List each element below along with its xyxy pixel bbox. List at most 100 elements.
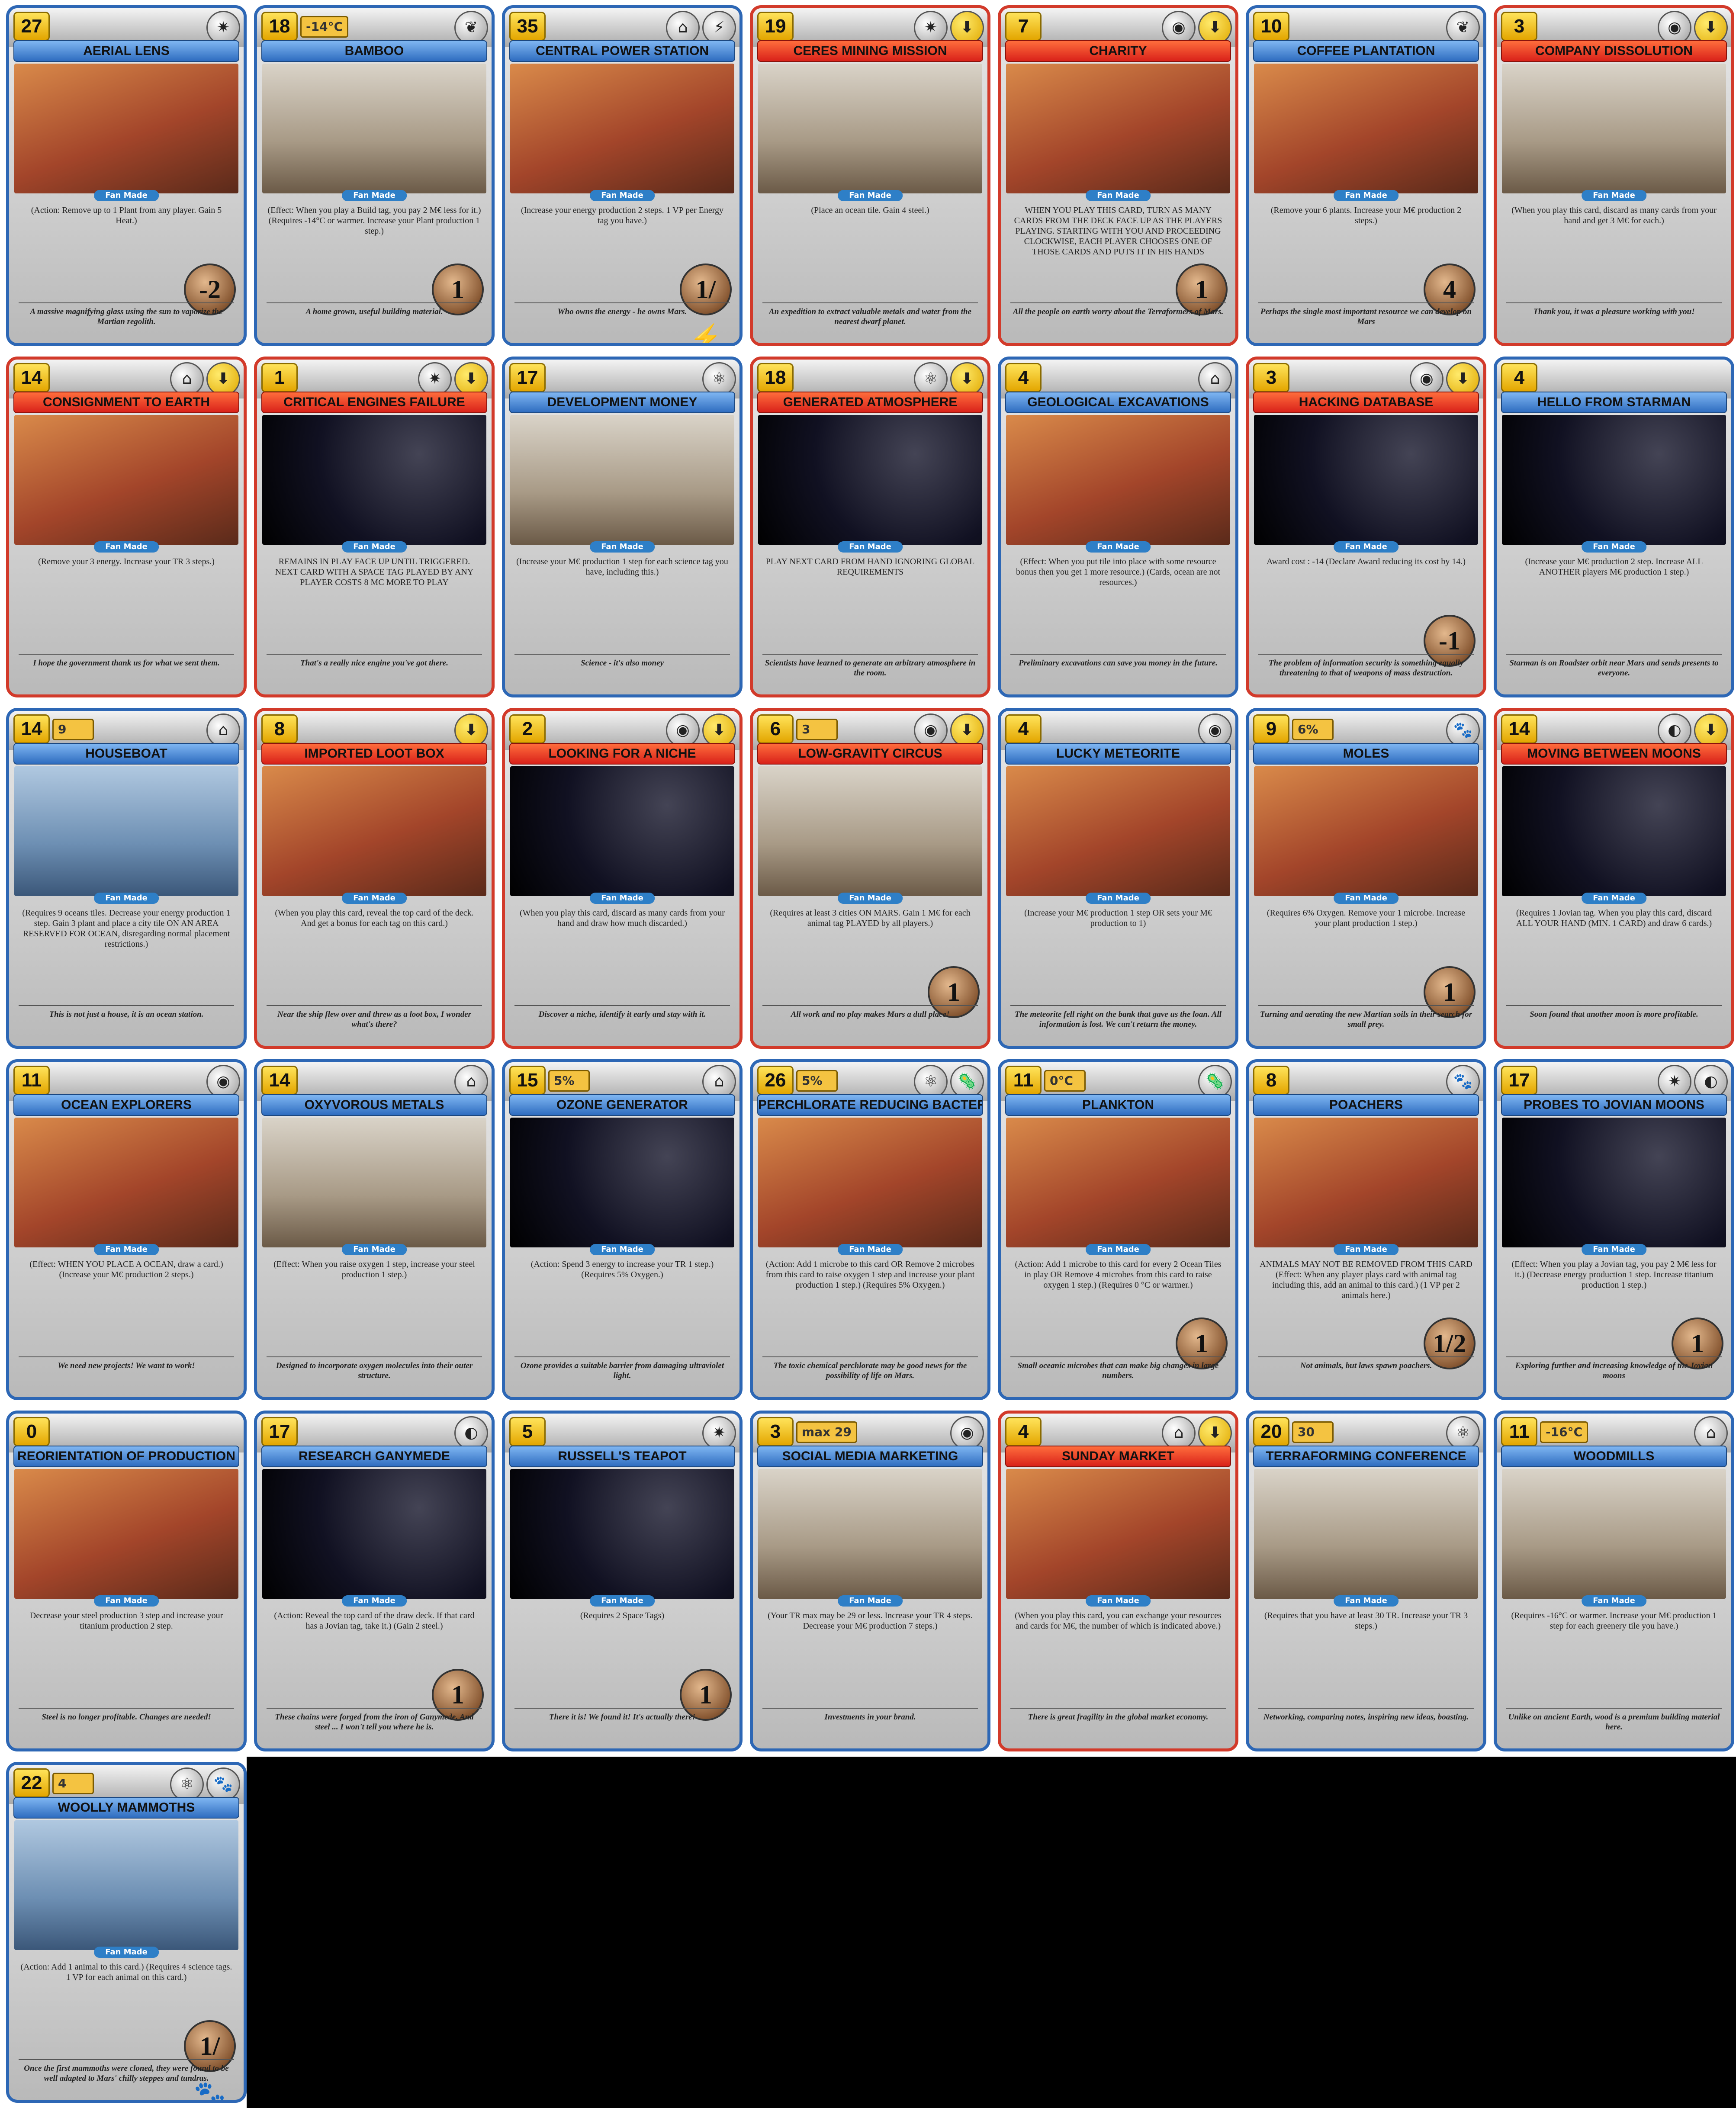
- card-cost: 17: [1501, 1066, 1537, 1095]
- card-development-money[interactable]: 17 ⚛ DEVELOPMENT MONEY Fan Made (Increase yo…: [502, 357, 743, 697]
- fan-made-label: Fan Made: [1334, 1244, 1398, 1255]
- tag-row: ✷ ⬇: [418, 362, 488, 396]
- card-artwork: [1254, 1469, 1478, 1599]
- card-coffee-plantation[interactable]: 10 ❦ COFFEE PLANTATION Fan Made (Remove your…: [1246, 5, 1486, 346]
- card-flavor-text: Networking, comparing notes, inspiring n…: [1258, 1708, 1474, 1742]
- tag-icon: ⬇: [454, 362, 488, 396]
- card-ceres-mining-mission[interactable]: 19 ✷ ⬇ CERES MINING MISSION Fan Made (Place a…: [750, 5, 990, 346]
- card-looking-for-a-niche[interactable]: 2 ◉ ⬇ LOOKING FOR A NICHE Fan Made (When you …: [502, 708, 743, 1049]
- card-artwork: [1254, 64, 1478, 193]
- card-cost: 11: [1005, 1066, 1042, 1095]
- card-effect-text: (Effect: When you play a Jovian tag, you…: [1511, 1260, 1717, 1290]
- card-effect-text: (Increase your M€ production 1 step OR s…: [1024, 908, 1212, 928]
- card-consignment-to-earth[interactable]: 14 ⌂ ⬇ CONSIGNMENT TO EARTH Fan Made (Remove …: [6, 357, 247, 697]
- card-cost: 20: [1253, 1417, 1289, 1446]
- card-artwork: [1502, 1118, 1726, 1247]
- card-hello-from-starman[interactable]: 4 HELLO FROM STARMAN Fan Made (Increase you…: [1494, 357, 1734, 697]
- tag-row: ◉ ⬇: [666, 713, 736, 747]
- card-oxyvorous-metals[interactable]: 14 ⌂ OXYVOROUS METALS Fan Made (Effect: When…: [254, 1059, 495, 1400]
- tag-icon: ✷: [206, 11, 240, 45]
- tag-icon: ⬇: [950, 713, 984, 747]
- card-flavor-text: Who owns the energy - he owns Mars.: [514, 302, 730, 337]
- card-sheet: 27 ✷ AERIAL LENS Fan Made (Action: Remove up…: [0, 0, 1736, 2108]
- fan-made-label: Fan Made: [94, 1244, 159, 1255]
- card-artwork: [1502, 415, 1726, 545]
- card-reorientation-of-production[interactable]: 0 REORIENTATION OF PRODUCTION Fan Made Decr…: [6, 1411, 247, 1751]
- card-cost: 4: [1005, 714, 1042, 744]
- card-social-media-marketing[interactable]: 3 max 29 ◉ SOCIAL MEDIA MARKETING Fan Made (Y…: [750, 1411, 990, 1751]
- card-cost: 3: [1253, 363, 1289, 392]
- tag-row: ⌂: [454, 1065, 488, 1099]
- card-cost: 14: [1501, 714, 1537, 744]
- tag-row: 🦠: [1198, 1065, 1232, 1099]
- card-flavor-text: Science - it's also money: [514, 654, 730, 688]
- card-plankton[interactable]: 11 0°C 🦠 PLANKTON Fan Made (Action: Add 1 mic…: [998, 1059, 1238, 1400]
- card-charity[interactable]: 7 ◉ ⬇ CHARITY Fan Made WHEN YOU PLAY THIS CAR…: [998, 5, 1238, 346]
- card-ozone-generator[interactable]: 15 5% ⌂ OZONE GENERATOR Fan Made (Action: Spe…: [502, 1059, 743, 1400]
- requirement-badge: -16°C: [1540, 1421, 1588, 1443]
- card-lucky-meteorite[interactable]: 4 ◉ LUCKY METEORITE Fan Made (Increase your …: [998, 708, 1238, 1049]
- card-moles[interactable]: 9 6% 🐾 MOLES Fan Made (Requires 6% Oxygen. Re…: [1246, 708, 1486, 1049]
- card-bamboo[interactable]: 18 -14°C ❦ BAMBOO Fan Made (Effect: When you …: [254, 5, 495, 346]
- card-title: MOVING BETWEEN MOONS: [1501, 743, 1727, 765]
- card-effect-text: (Requires at least 3 cities ON MARS. Gai…: [770, 908, 971, 928]
- card-title: RESEARCH GANYMEDE: [261, 1446, 487, 1467]
- tag-icon: ⌂: [206, 713, 240, 747]
- card-probes-to-jovian-moons[interactable]: 17 ✷ ◐ PROBES TO JOVIAN MOONS Fan Made (Effec…: [1494, 1059, 1734, 1400]
- card-ocean-explorers[interactable]: 11 ◉ OCEAN EXPLORERS Fan Made (Effect: WHEN …: [6, 1059, 247, 1400]
- card-title: LUCKY METEORITE: [1005, 743, 1231, 765]
- card-effect-text: (Increase your energy production 2 steps…: [521, 206, 724, 225]
- card-company-dissolution[interactable]: 3 ◉ ⬇ COMPANY DISSOLUTION Fan Made (When you …: [1494, 5, 1734, 346]
- tag-row: ⬇: [454, 713, 488, 747]
- card-perchlorate-reducing-bacteria[interactable]: 26 5% ⚛ 🦠 PERCHLORATE REDUCING BACTERIA Fan M…: [750, 1059, 990, 1400]
- card-generated-atmosphere[interactable]: 18 ⚛ ⬇ GENERATED ATMOSPHERE Fan Made PLAY NEX…: [750, 357, 990, 697]
- fan-made-label: Fan Made: [1582, 541, 1646, 553]
- card-houseboat[interactable]: 14 9 ⌂ HOUSEBOAT Fan Made (Requires 9 oceans …: [6, 708, 247, 1049]
- card-terraforming-conference[interactable]: 20 30 ⚛ TERRAFORMING CONFERENCE Fan Made (Req…: [1246, 1411, 1486, 1751]
- card-cost: 8: [1253, 1066, 1289, 1095]
- fan-made-label: Fan Made: [1086, 190, 1151, 201]
- tag-icon: ✷: [702, 1416, 736, 1450]
- card-geological-excavations[interactable]: 4 ⌂ GEOLOGICAL EXCAVATIONS Fan Made (Effect:…: [998, 357, 1238, 697]
- card-critical-engines-failure[interactable]: 1 ✷ ⬇ CRITICAL ENGINES FAILURE Fan Made REMAI…: [254, 357, 495, 697]
- card-hacking-database[interactable]: 3 ◉ ⬇ HACKING DATABASE Fan Made Award cost : …: [1246, 357, 1486, 697]
- tag-row: ❦: [454, 11, 488, 45]
- card-flavor-text: The toxic chemical perchlorate may be go…: [762, 1356, 978, 1391]
- card-russell-s-teapot[interactable]: 5 ✷ RUSSELL'S TEAPOT Fan Made (Requires 2 Sp…: [502, 1411, 743, 1751]
- card-artwork: [262, 1118, 486, 1247]
- card-title: IMPORTED LOOT BOX: [261, 743, 487, 765]
- card-imported-loot-box[interactable]: 8 ⬇ IMPORTED LOOT BOX Fan Made (When you pla…: [254, 708, 495, 1049]
- card-moving-between-moons[interactable]: 14 ◐ ⬇ MOVING BETWEEN MOONS Fan Made (Require…: [1494, 708, 1734, 1049]
- requirement-badge: 0°C: [1044, 1070, 1086, 1092]
- card-central-power-station[interactable]: 35 ⌂ ⚡ CENTRAL POWER STATION Fan Made (Increa…: [502, 5, 743, 346]
- card-woolly-mammoths[interactable]: 22 4 ⚛ 🐾 WOOLLY MAMMOTHS Fan Made (Action: Add…: [6, 1762, 247, 2103]
- tag-icon: ⬇: [206, 362, 240, 396]
- card-poachers[interactable]: 8 🐾 POACHERS Fan Made ANIMALS MAY NOT BE REM…: [1246, 1059, 1486, 1400]
- tag-row: ◉: [950, 1416, 984, 1450]
- card-low-gravity-circus[interactable]: 6 3 ◉ ⬇ LOW-GRAVITY CIRCUS Fan Made (Requires …: [750, 708, 990, 1049]
- card-research-ganymede[interactable]: 17 ◐ RESEARCH GANYMEDE Fan Made (Action: Rev…: [254, 1411, 495, 1751]
- card-effect-text: (Requires 9 oceans tiles. Decrease your …: [22, 908, 231, 949]
- card-title: HACKING DATABASE: [1253, 392, 1479, 413]
- card-cost: 14: [261, 1066, 298, 1095]
- tag-icon: 🐾: [1446, 1065, 1480, 1099]
- tag-icon: ⚛: [914, 1065, 948, 1099]
- tag-icon: ⬇: [950, 362, 984, 396]
- card-cost: 10: [1253, 12, 1289, 41]
- card-cost: 9: [1253, 714, 1289, 744]
- tag-row: ✷ ◐: [1658, 1065, 1728, 1099]
- tag-icon: ⬇: [454, 713, 488, 747]
- tag-row: ⚛ ⬇: [914, 362, 984, 396]
- card-woodmills[interactable]: 11 -16°C ⌂ WOODMILLS Fan Made (Requires -16°C…: [1494, 1411, 1734, 1751]
- card-effect-text: (Your TR max may be 29 or less. Increase…: [768, 1611, 973, 1631]
- card-flavor-text: This is not just a house, it is an ocean…: [19, 1005, 234, 1040]
- card-sunday-market[interactable]: 4 ⌂ ⬇ SUNDAY MARKET Fan Made (When you play t…: [998, 1411, 1238, 1751]
- card-title: HELLO FROM STARMAN: [1501, 392, 1727, 413]
- card-artwork: [14, 415, 238, 545]
- card-cost: 18: [757, 363, 794, 392]
- card-flavor-text: There is great fragility in the global m…: [1010, 1708, 1226, 1742]
- card-effect-text: Award cost : -14 (Declare Award reducing…: [1266, 557, 1466, 566]
- tag-icon: ◉: [666, 713, 700, 747]
- card-aerial-lens[interactable]: 27 ✷ AERIAL LENS Fan Made (Action: Remove up…: [6, 5, 247, 346]
- tag-row: ◉ ⬇: [1410, 362, 1480, 396]
